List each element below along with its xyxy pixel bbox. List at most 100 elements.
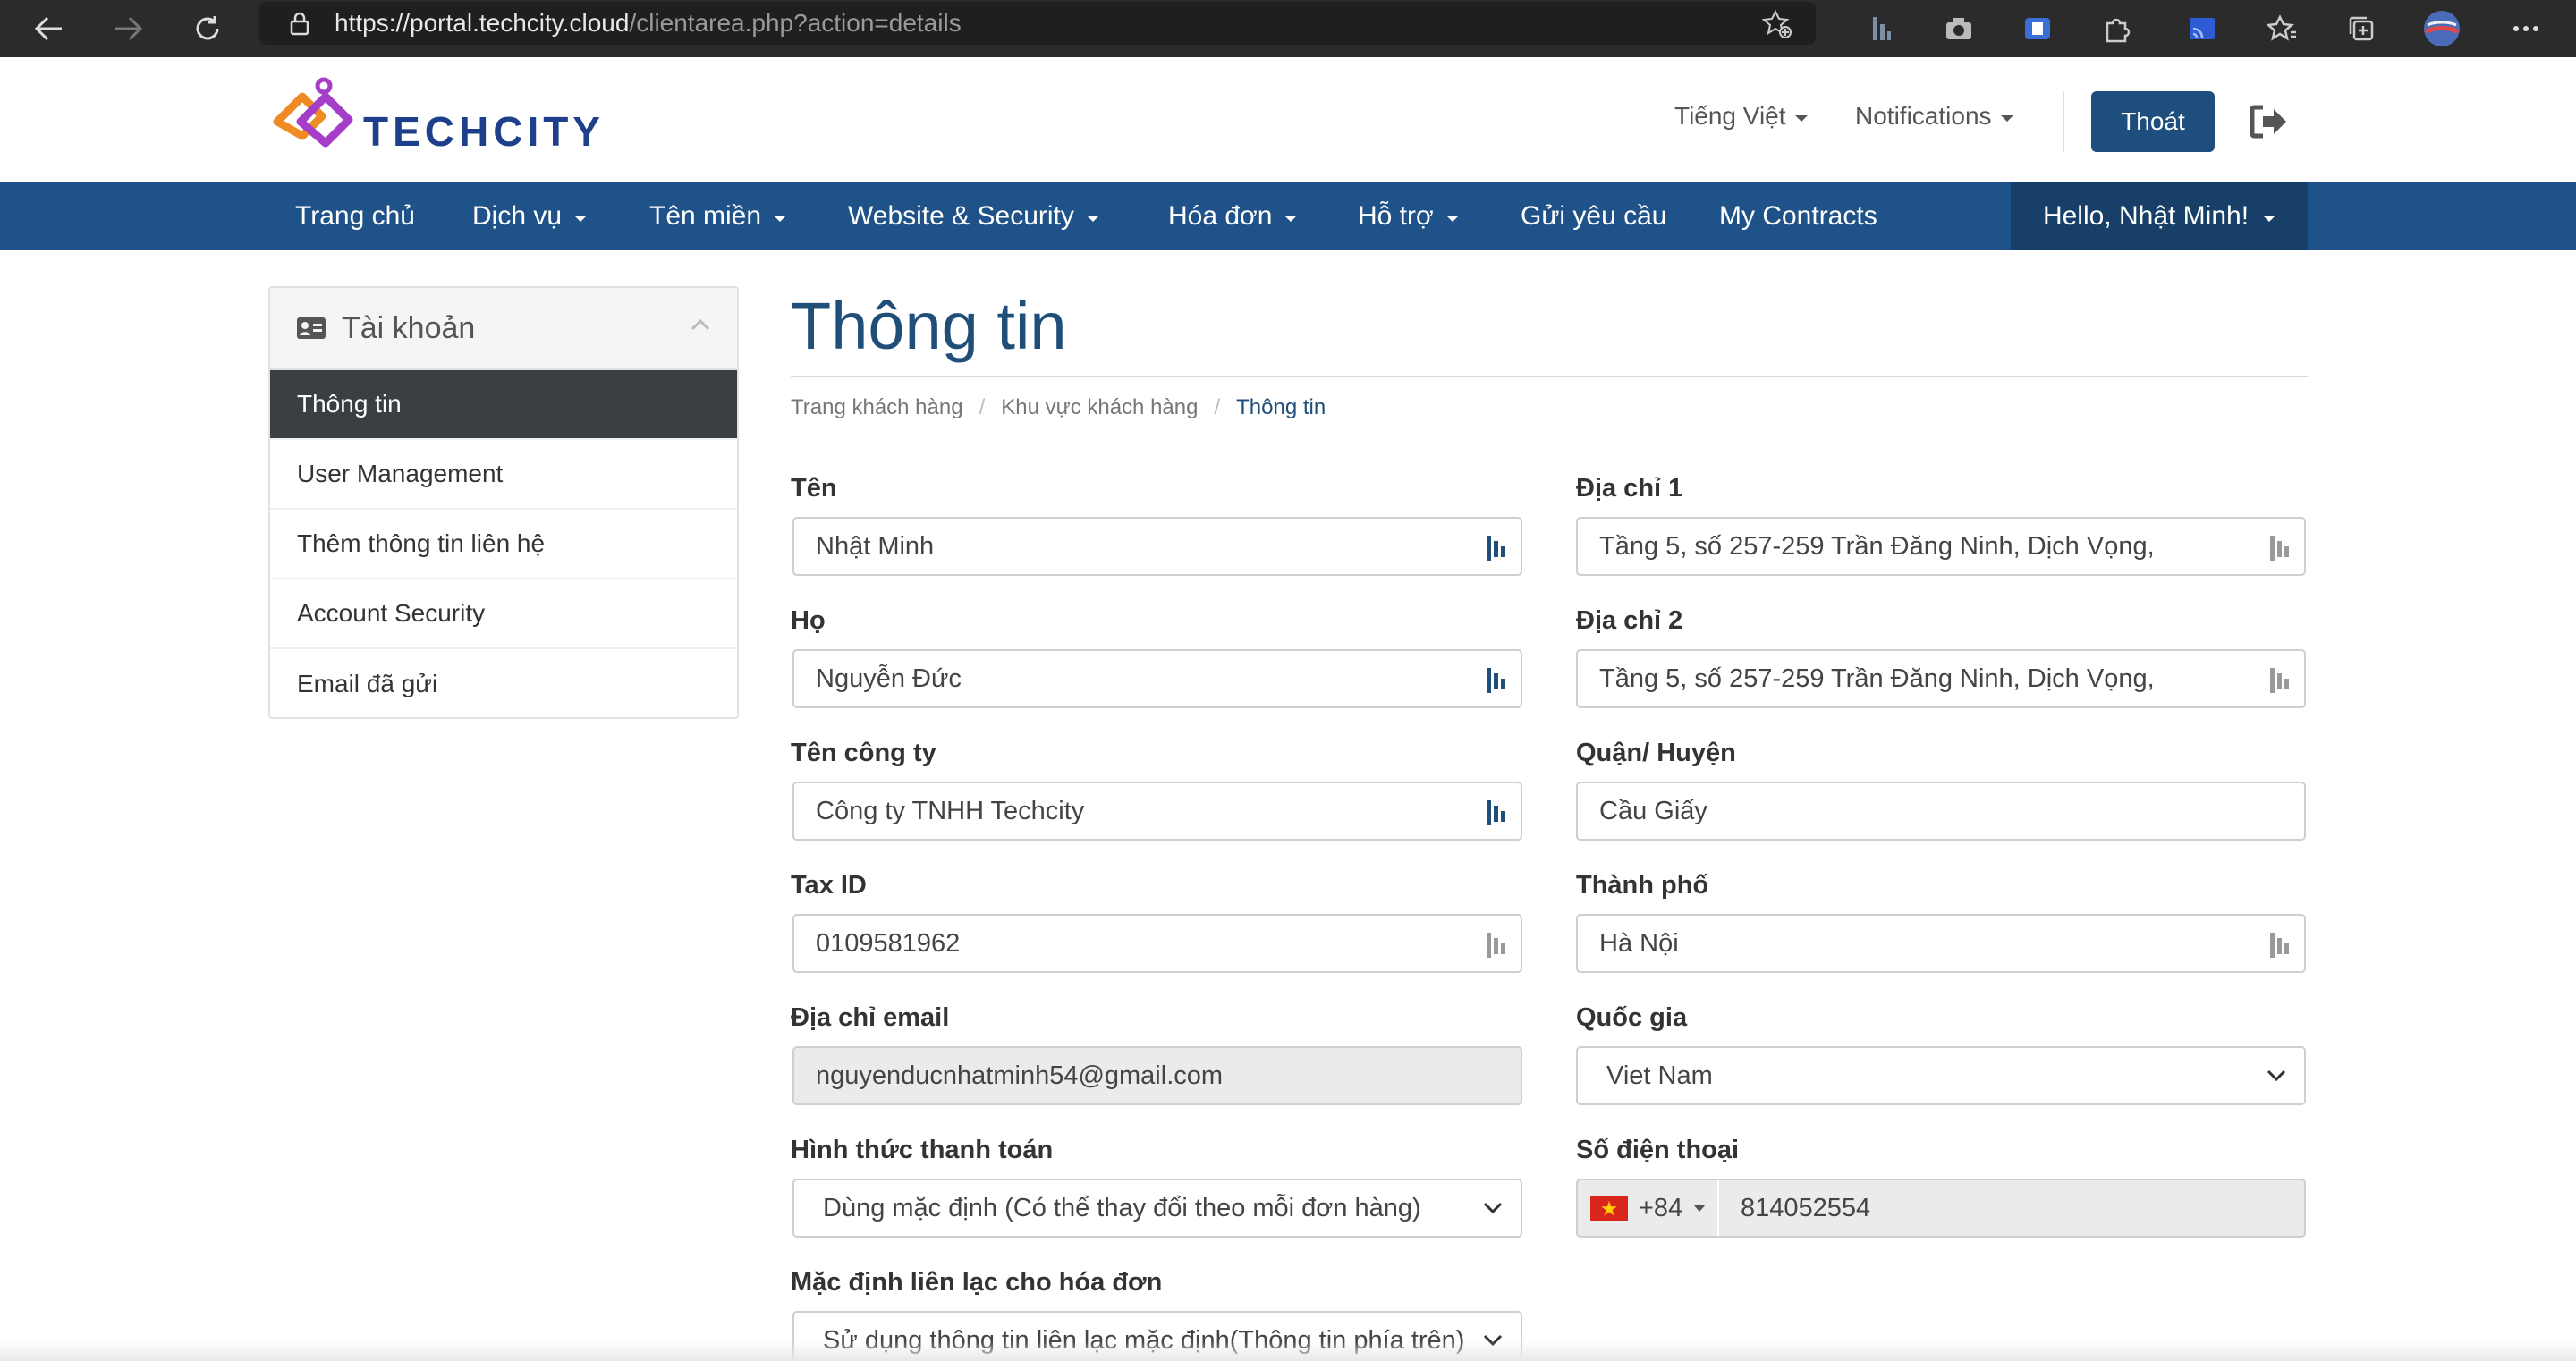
account-sidebar: Tài khoản Thông tin User Management Thêm… — [268, 286, 739, 719]
puzzle-icon[interactable] — [2095, 7, 2138, 50]
sidebar-title: Tài khoản — [342, 310, 476, 345]
nav-label: Hóa đơn — [1168, 201, 1273, 231]
autofill-icon[interactable] — [1485, 799, 1510, 827]
sidebar-item-details[interactable]: Thông tin — [270, 370, 737, 440]
nav-item-my-contracts[interactable]: My Contracts — [1719, 182, 1877, 250]
nav-label: Hỗ trợ — [1358, 201, 1434, 231]
district-field[interactable]: Cầu Giấy — [1576, 782, 2306, 841]
country-code-selector[interactable]: +84 — [1578, 1180, 1719, 1236]
extension-bars-icon[interactable] — [1860, 7, 1903, 50]
phone-label: Số điện thoại — [1576, 1136, 1740, 1164]
address-bar[interactable]: https://portal.techcity.cloud/clientarea… — [259, 2, 1816, 45]
autofill-icon[interactable] — [1485, 666, 1510, 695]
autofill-icon[interactable] — [2268, 534, 2293, 562]
district-label: Quận/ Huyện — [1576, 739, 1736, 767]
logo-text: TECHCITY — [363, 108, 605, 155]
address1-value: Tầng 5, số 257-259 Trần Đăng Ninh, Dịch … — [1599, 531, 2155, 561]
tax-id-label: Tax ID — [791, 871, 867, 900]
email-value: nguyenducnhatminh54@gmail.com — [816, 1061, 1224, 1090]
logout-button[interactable]: Thoát — [2091, 91, 2215, 152]
nav-label: Website & Security — [848, 201, 1074, 231]
payment-method-select[interactable]: Dùng mặc định (Có thể thay đổi theo mỗi … — [792, 1179, 1522, 1238]
nav-item-services[interactable]: Dịch vụ — [472, 182, 588, 250]
caret-down-icon — [1693, 1205, 1707, 1212]
sidebar-item-emails[interactable]: Email đã gửi — [270, 649, 737, 719]
page-title: Thông tin — [791, 289, 1067, 363]
tax-id-value: 0109581962 — [816, 928, 961, 958]
breadcrumb-item[interactable]: Trang khách hàng — [791, 395, 963, 420]
camera-icon[interactable] — [1937, 7, 1980, 50]
chevron-down-icon — [2000, 114, 2013, 122]
autofill-icon[interactable] — [2268, 666, 2293, 695]
last-name-field[interactable]: Nguyễn Đức — [792, 649, 1522, 708]
nav-item-home[interactable]: Trang chủ — [295, 182, 415, 250]
breadcrumb-separator: / — [979, 395, 986, 419]
techcity-logo[interactable]: TECHCITY — [267, 75, 600, 165]
sidebar-item-user-management[interactable]: User Management — [270, 440, 737, 510]
address1-field[interactable]: Tầng 5, số 257-259 Trần Đăng Ninh, Dịch … — [1576, 517, 2306, 576]
first-name-field[interactable]: Nhật Minh — [792, 517, 1522, 576]
email-field: nguyenducnhatminh54@gmail.com — [792, 1046, 1522, 1105]
notifications-label: Notifications — [1855, 102, 1992, 130]
breadcrumb-current: Thông tin — [1236, 395, 1326, 419]
sign-out-icon[interactable] — [2249, 104, 2288, 139]
back-icon[interactable] — [27, 7, 70, 50]
company-field[interactable]: Công ty TNHH Techcity — [792, 782, 1522, 841]
more-menu-icon[interactable] — [2504, 7, 2547, 50]
forward-icon[interactable] — [107, 7, 150, 50]
url-text: https://portal.techcity.cloud/clientarea… — [335, 9, 962, 37]
phone-value: 814052554 — [1741, 1193, 1871, 1222]
collections-icon[interactable] — [2340, 7, 2383, 50]
phone-field[interactable]: +84 814052554 — [1576, 1179, 2306, 1238]
country-select[interactable]: Viet Nam — [1576, 1046, 2306, 1105]
vietnam-flag-icon — [1590, 1196, 1628, 1221]
chevron-down-icon — [1483, 1202, 1503, 1214]
favorites-icon[interactable] — [2261, 7, 2304, 50]
profile-avatar-icon[interactable] — [2420, 7, 2463, 50]
chevron-down-icon — [574, 215, 588, 222]
breadcrumb-item[interactable]: Khu vực khách hàng — [1001, 395, 1198, 420]
nav-label: Trang chủ — [295, 201, 415, 231]
add-favorite-icon[interactable] — [1761, 9, 1792, 39]
sidebar-item-account-security[interactable]: Account Security — [270, 579, 737, 649]
nav-item-support[interactable]: Hỗ trợ — [1358, 182, 1459, 250]
city-value: Hà Nội — [1599, 928, 1679, 958]
sidebar-header[interactable]: Tài khoản — [270, 288, 737, 370]
user-menu[interactable]: Hello, Nhật Minh! — [2011, 182, 2308, 250]
address2-label: Địa chỉ 2 — [1576, 606, 1683, 635]
notifications-dropdown[interactable]: Notifications — [1855, 102, 2013, 131]
breadcrumb: Trang khách hàng / Khu vực khách hàng / … — [791, 395, 1326, 420]
nav-label: Tên miền — [649, 201, 762, 231]
chevron-down-icon — [1284, 215, 1298, 222]
browser-toolbar: https://portal.techcity.cloud/clientarea… — [0, 0, 2576, 57]
country-code: +84 — [1639, 1193, 1683, 1222]
site-header: TECHCITY Tiếng Việt Notifications Thoát — [0, 57, 2576, 182]
city-label: Thành phố — [1576, 871, 1709, 900]
district-value: Cầu Giấy — [1599, 796, 1707, 825]
user-greeting: Hello, Nhật Minh! — [2042, 201, 2250, 231]
nav-label: Dịch vụ — [472, 201, 563, 231]
extension-box-icon[interactable] — [2016, 7, 2059, 50]
autofill-icon[interactable] — [1485, 534, 1510, 562]
country-label: Quốc gia — [1576, 1003, 1688, 1032]
title-divider — [791, 376, 2308, 377]
city-field[interactable]: Hà Nội — [1576, 914, 2306, 973]
sidebar-item-add-contact[interactable]: Thêm thông tin liên hệ — [270, 510, 737, 579]
payment-method-value: Dùng mặc định (Có thể thay đổi theo mỗi … — [823, 1193, 1421, 1222]
nav-item-domains[interactable]: Tên miền — [649, 182, 787, 250]
language-selector[interactable]: Tiếng Việt — [1674, 102, 1808, 131]
address2-field[interactable]: Tầng 5, số 257-259 Trần Đăng Ninh, Dịch … — [1576, 649, 2306, 708]
nav-item-open-ticket[interactable]: Gửi yêu cầu — [1521, 182, 1667, 250]
chevron-up-icon[interactable] — [691, 318, 710, 331]
autofill-icon[interactable] — [1485, 931, 1510, 959]
country-value: Viet Nam — [1606, 1061, 1713, 1090]
nav-item-invoices[interactable]: Hóa đơn — [1168, 182, 1298, 250]
autofill-icon[interactable] — [2268, 931, 2293, 959]
nav-item-website-security[interactable]: Website & Security — [848, 182, 1099, 250]
first-name-value: Nhật Minh — [816, 531, 935, 561]
tax-id-field[interactable]: 0109581962 — [792, 914, 1522, 973]
nav-label: My Contracts — [1719, 201, 1877, 231]
reload-icon[interactable] — [186, 7, 229, 50]
cast-icon[interactable] — [2181, 7, 2224, 50]
chevron-down-icon — [1445, 215, 1459, 222]
